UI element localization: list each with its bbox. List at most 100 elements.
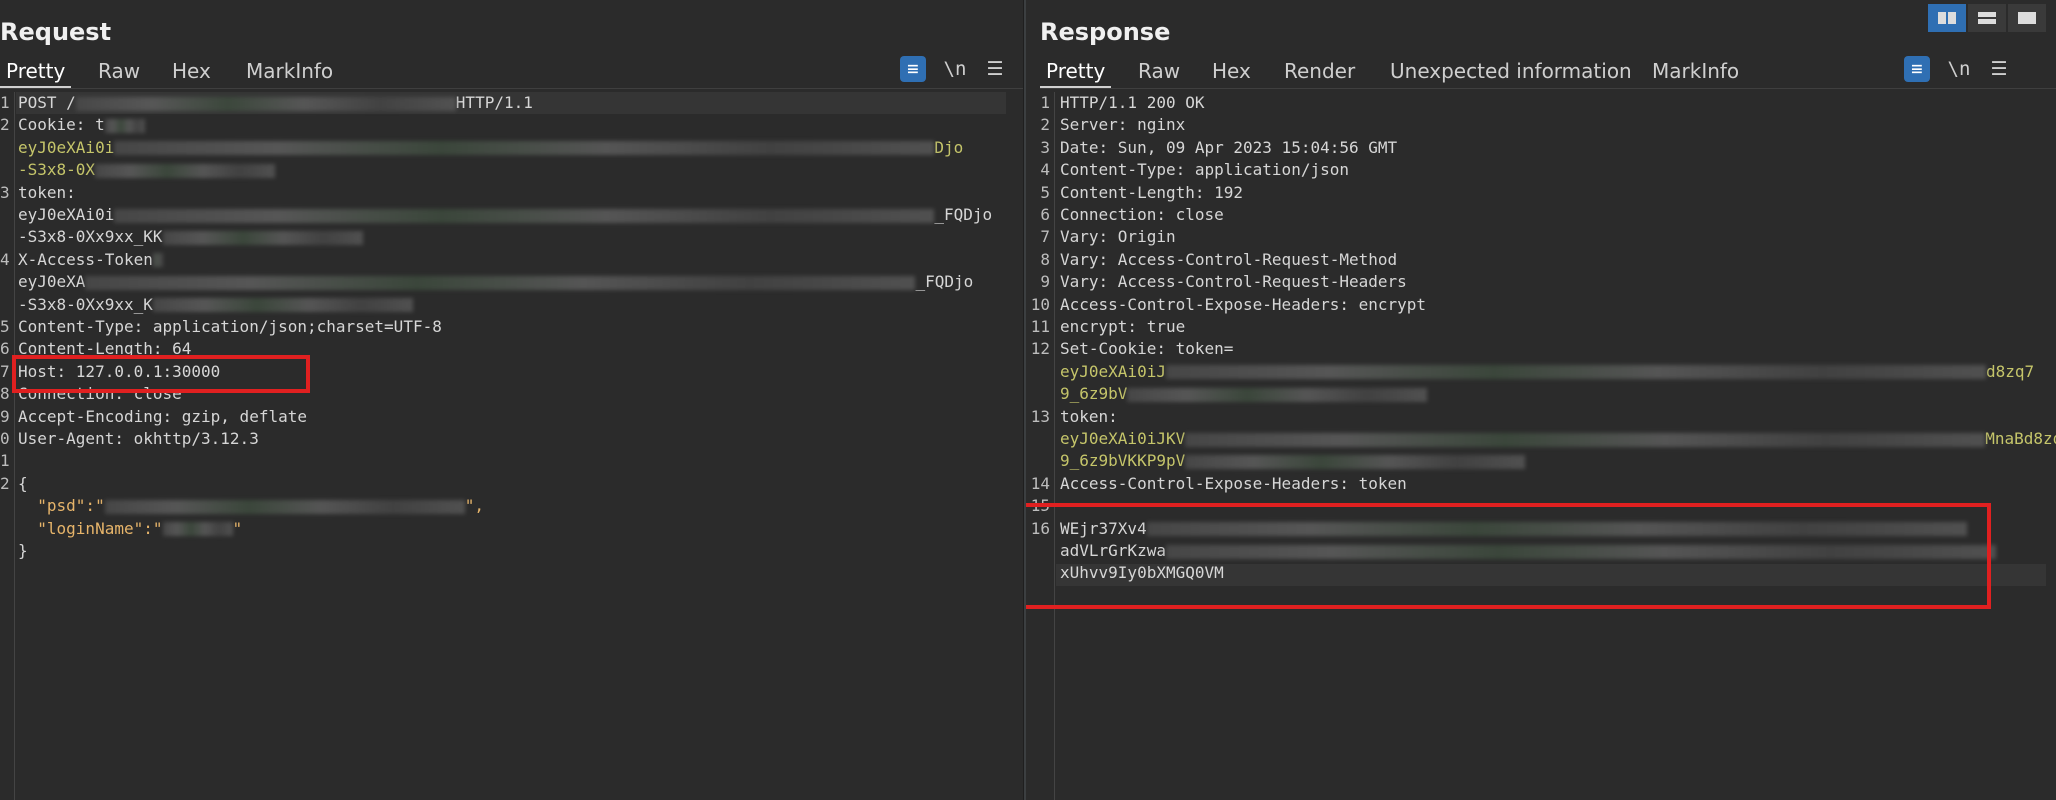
line-number: 3 [1040,137,1050,157]
line-number: 13 [1030,406,1050,426]
layout-toggles [1928,4,2046,32]
line-text: 9_6z9bVKKP9pV [1060,450,1526,472]
line-content: eyJ0eXA [18,272,86,292]
line-content: Vary: Access-Control-Request-Headers [1060,272,1407,292]
request-code-line: eyJ0eXAi0i _FQDjo [0,204,1023,226]
line-text: Vary: Access-Control-Request-Headers [1060,271,1407,293]
request-pane: Request Pretty Raw Hex MarkInfo ≡ \n ☰ 1… [0,0,1023,800]
response-code-line: 9_6z9bVKKP9pV [1026,450,2056,472]
line-text: Server: nginx [1060,114,1185,136]
request-tab-pretty[interactable]: Pretty [0,58,72,88]
line-number: 1 [0,451,10,471]
response-newline-toggle[interactable]: \n [1946,56,1972,82]
redacted-text [75,96,456,111]
line-text: -S3x8-0X [18,159,276,181]
line-number: 3 [0,182,10,202]
line-tail: MnaBd8zq7 [1985,429,2056,448]
request-code-line: "psd":" ", [0,495,1023,517]
request-code-line: 5 Content-Type: application/json;charset=… [0,316,1023,338]
redacted-text [1127,387,1428,402]
line-number: 5 [1040,182,1050,202]
line-content: -S3x8-0Xx9xx_KK [18,227,163,247]
response-tab-pretty[interactable]: Pretty [1040,58,1112,88]
redacted-text [85,275,916,290]
line-content: encrypt: true [1060,317,1186,336]
line-content: eyJ0eXAi0i [18,137,115,157]
request-editor[interactable]: 1 POST / HTTP/1.1 2 Cookie: t eyJ0eXAi0i Djo -S… [0,92,1023,800]
response-pane: Response Pretty Raw Hex Render Unexpecte… [1026,0,2056,800]
request-code-line: eyJ0eXAi0i Djo [0,137,1023,159]
line-text: -S3x8-0Xx9xx_K [18,294,413,316]
request-tab-hex[interactable]: Hex [166,58,217,86]
response-editor[interactable]: 1 HTTP/1.1 200 OK 2 Server: nginx 3 Date: Sun… [1026,92,2056,800]
request-code-line: 0 User-Agent: okhttp/3.12.3 [0,428,1023,450]
line-number: 6 [1040,205,1050,224]
line-content: -S3x8-0Xx9xx_K [18,294,153,314]
response-menu-icon[interactable]: ☰ [1986,56,2012,82]
line-content: POST / [18,93,76,112]
request-menu-icon[interactable]: ☰ [982,56,1008,82]
line-text: Set-Cookie: token= [1060,338,1233,360]
request-word-wrap-icon[interactable]: ≡ [900,56,926,82]
response-tab-unexpected-information[interactable]: Unexpected information [1384,58,1638,86]
line-number [1026,450,1050,472]
split-horizontal-icon[interactable] [1928,4,1966,32]
line-content: Date: Sun, 09 Apr 2023 15:04:56 GMT [1060,137,1398,157]
response-code-line: 13 token: [1026,406,2056,428]
redacted-text [162,522,233,537]
line-tail: " [232,518,243,538]
request-code-line: } [0,540,1023,562]
redacted-text [114,208,935,223]
line-number: 14 [1030,473,1050,493]
line-text: "loginName":" " [18,518,242,540]
line-content: "psd":" [18,496,105,516]
response-tab-render[interactable]: Render [1278,58,1361,86]
line-content: Content-Type: application/json [1060,160,1349,180]
line-number [1026,383,1050,405]
line-number: 4 [0,249,10,269]
line-number: 5 [0,317,10,336]
split-vertical-icon[interactable] [1968,4,2006,32]
line-content: token: [1060,406,1118,426]
line-content: 9_6z9bVKKP9pV [1060,451,1186,471]
line-text: Accept-Encoding: gzip, deflate [18,406,307,428]
line-number: 7 [0,361,10,381]
response-word-wrap-icon[interactable]: ≡ [1904,56,1930,82]
line-number: 11 [1030,317,1050,336]
response-code-line: 4 Content-Type: application/json [1026,159,2056,181]
request-newline-toggle[interactable]: \n [942,56,968,82]
request-code-line: -S3x8-0X [0,159,1023,181]
request-code-line: 4 X-Access-Token [0,249,1023,271]
response-tab-raw[interactable]: Raw [1132,58,1186,86]
line-text: eyJ0eXAi0iJKV MnaBd8zq7 [1060,428,2056,450]
response-code-line: 1 HTTP/1.1 200 OK [1026,92,2056,114]
request-code-line: eyJ0eXA _FQDjo [0,271,1023,293]
line-number: 10 [1030,294,1050,314]
response-tab-hex[interactable]: Hex [1206,58,1257,86]
request-code-line: 9 Accept-Encoding: gzip, deflate [0,406,1023,428]
line-text: encrypt: true [1060,316,1185,338]
request-code-line: -S3x8-0Xx9xx_K [0,294,1023,316]
line-number: 9 [1040,272,1050,292]
line-number [1026,361,1050,383]
redacted-text [1165,365,1986,380]
line-content: eyJ0eXAi0iJ [1060,361,1166,381]
line-text: token: [1060,406,1118,428]
line-number: 8 [1040,249,1050,269]
redacted-text [114,141,935,156]
line-content: token: [18,182,76,202]
line-content: Access-Control-Expose-Headers: encrypt [1060,294,1427,314]
line-text: HTTP/1.1 200 OK [1060,92,1205,114]
line-text: Access-Control-Expose-Headers: token [1060,473,1407,495]
response-tab-markinfo[interactable]: MarkInfo [1646,58,1745,86]
response-code-line: 14 Access-Control-Expose-Headers: token [1026,473,2056,495]
redacted-text [104,118,145,133]
request-tab-markinfo[interactable]: MarkInfo [240,58,339,86]
request-code-line: 1 POST / HTTP/1.1 [0,92,1023,114]
single-pane-icon[interactable] [2008,4,2046,32]
request-code-line: "loginName":" " [0,518,1023,540]
request-tab-raw[interactable]: Raw [92,58,146,86]
line-text: Cookie: t [18,114,145,136]
line-text: eyJ0eXAi0i _FQDjo [18,204,992,226]
line-number [1026,428,1050,450]
